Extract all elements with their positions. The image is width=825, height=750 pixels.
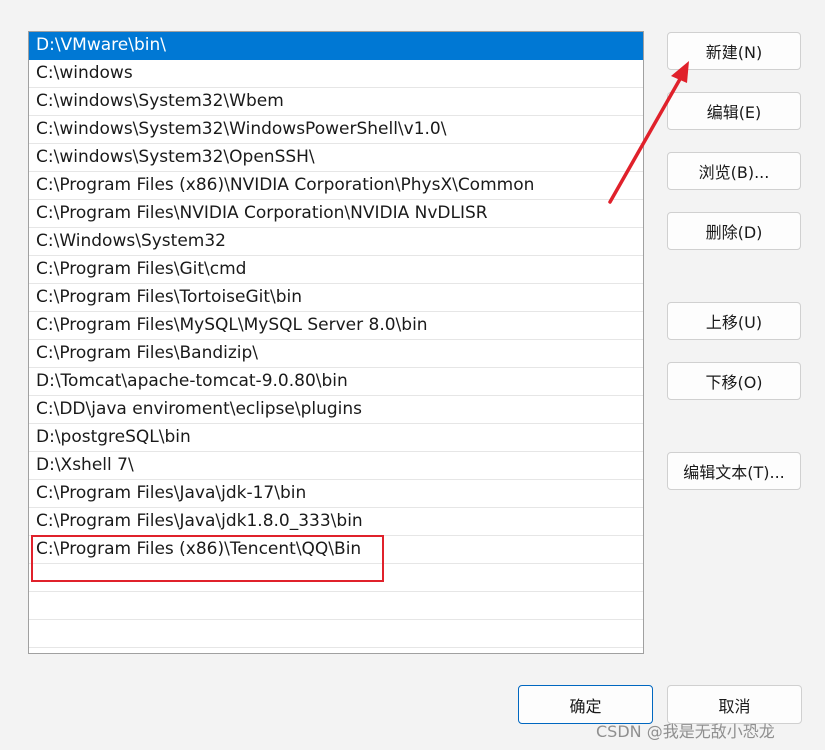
annotation-arrow-icon [608,61,689,204]
watermark: CSDN @我是无敌小恐龙 [596,722,775,741]
